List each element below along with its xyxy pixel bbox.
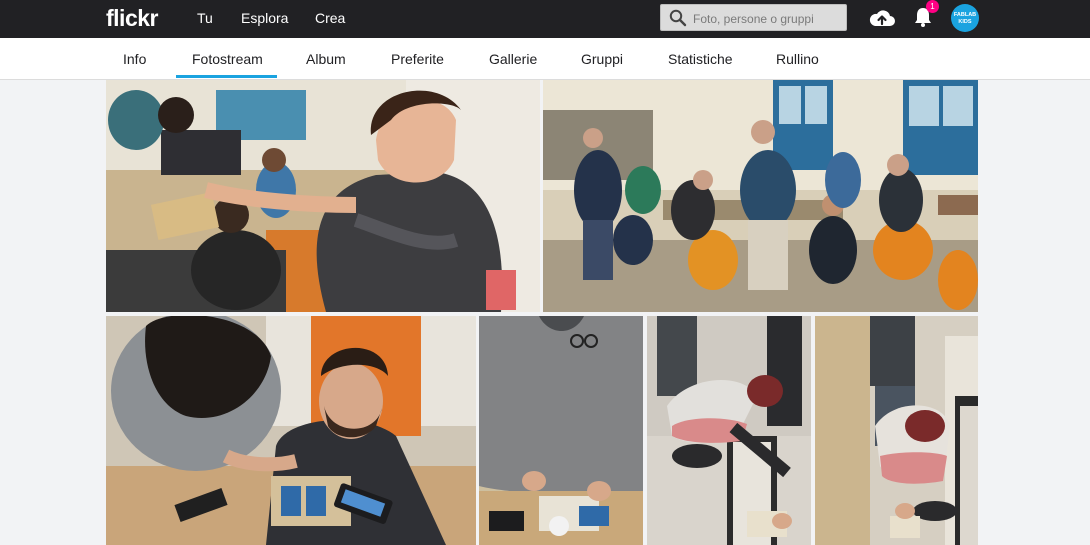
tab-rullino[interactable]: Rullino bbox=[776, 51, 819, 67]
photo-image bbox=[106, 316, 476, 545]
photo-image bbox=[479, 316, 643, 545]
tab-fotostream[interactable]: Fotostream bbox=[192, 51, 263, 67]
tab-gallerie[interactable]: Gallerie bbox=[489, 51, 537, 67]
tab-statistiche[interactable]: Statistiche bbox=[668, 51, 733, 67]
photo-image bbox=[647, 316, 811, 545]
tab-info[interactable]: Info bbox=[123, 51, 146, 67]
photo-girl-kneeling-with-robot[interactable] bbox=[815, 316, 978, 545]
notification-badge: 1 bbox=[926, 0, 939, 13]
tab-preferite[interactable]: Preferite bbox=[391, 51, 444, 67]
search-icon[interactable] bbox=[669, 9, 687, 27]
avatar[interactable]: FABLAB KIDS bbox=[951, 4, 979, 32]
search-input[interactable] bbox=[691, 8, 845, 29]
nav-crea[interactable]: Crea bbox=[315, 10, 345, 26]
flickr-logo[interactable]: flickr bbox=[106, 5, 158, 32]
tab-gruppi[interactable]: Gruppi bbox=[581, 51, 623, 67]
upload-cloud-icon[interactable] bbox=[868, 7, 896, 29]
photo-boy-holding-robot-kit[interactable] bbox=[106, 80, 540, 312]
photo-girl-testing-robot-on-floor[interactable] bbox=[647, 316, 811, 545]
photo-image bbox=[106, 80, 540, 312]
avatar-text-bottom: KIDS bbox=[958, 18, 972, 25]
photo-image bbox=[543, 80, 978, 312]
nav-esplora[interactable]: Esplora bbox=[241, 10, 288, 26]
photo-young-man-wiring-arduino[interactable] bbox=[106, 316, 476, 545]
active-tab-indicator bbox=[176, 75, 277, 78]
photo-image bbox=[815, 316, 978, 545]
tab-album[interactable]: Album bbox=[306, 51, 346, 67]
avatar-text-top: FABLAB bbox=[953, 12, 977, 18]
top-bar: flickr Tu Esplora Crea 1 FABLAB KIDS bbox=[0, 0, 1090, 38]
search-box[interactable] bbox=[660, 4, 847, 31]
photo-hands-assembling-robot[interactable] bbox=[479, 316, 643, 545]
profile-tabs: Info Fotostream Album Preferite Gallerie… bbox=[0, 38, 1090, 80]
nav-tu[interactable]: Tu bbox=[197, 10, 213, 26]
photo-kids-in-lab-room[interactable] bbox=[543, 80, 978, 312]
